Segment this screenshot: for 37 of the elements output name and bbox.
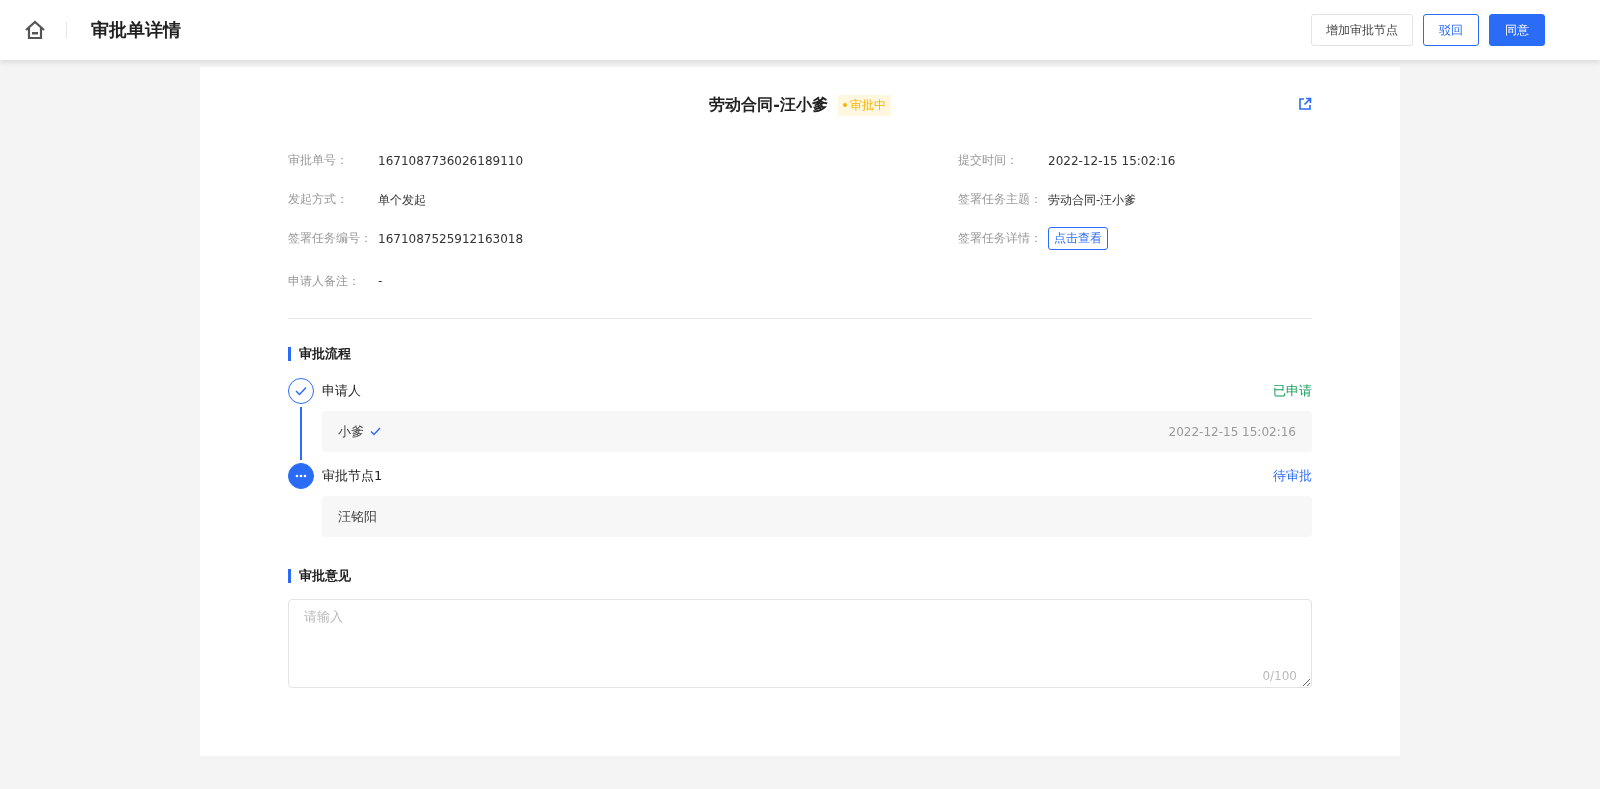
field-value: 单个发起 <box>378 191 426 208</box>
check-icon <box>370 427 381 436</box>
field-value: 1671087525912163018 <box>378 230 524 247</box>
action-button[interactable]: 增加审批节点 <box>1311 14 1413 46</box>
document-title: 劳动合同-汪小爹 <box>709 94 828 116</box>
status-tag: 审批中 <box>837 94 891 116</box>
page-title: 审批单详情 <box>91 18 182 42</box>
field-label: 签署任务详情： <box>958 230 1043 247</box>
field-label: 审批单号： <box>288 152 349 169</box>
section-title: 审批意见 <box>299 567 351 585</box>
approver-name: 汪铭阳 <box>338 507 377 526</box>
char-counter: 0/100 <box>1262 669 1297 683</box>
step-status: 待审批 <box>1273 467 1312 485</box>
section-title: 审批流程 <box>299 345 351 363</box>
section-marker <box>288 569 291 583</box>
field-label: 签署任务主题： <box>958 191 1043 208</box>
approver-name: 小爹 <box>338 422 364 441</box>
home-icon[interactable] <box>24 20 46 40</box>
field-label: 签署任务编号： <box>288 230 373 247</box>
field-value: 1671087736026189110 <box>378 152 524 169</box>
field-label: 发起方式： <box>288 191 349 208</box>
field-label: 申请人备注： <box>288 272 361 290</box>
step-name: 申请人 <box>322 382 362 400</box>
field-value: 2022-12-15 15:02:16 <box>1048 152 1176 169</box>
action-button[interactable]: 同意 <box>1489 14 1545 46</box>
step-status: 已申请 <box>1273 382 1312 400</box>
field-value: 劳动合同-汪小爹 <box>1048 191 1137 208</box>
check-circle-icon <box>288 378 314 404</box>
external-link-icon[interactable] <box>1298 97 1312 111</box>
pending-circle-icon <box>288 463 314 489</box>
field-label: 提交时间： <box>958 152 1019 169</box>
section-marker <box>288 347 291 361</box>
field-value: - <box>378 273 383 289</box>
view-link-button[interactable]: 点击查看 <box>1048 227 1108 250</box>
step-time: 2022-12-15 15:02:16 <box>1168 424 1296 439</box>
action-button[interactable]: 驳回 <box>1423 14 1479 46</box>
step-name: 审批节点1 <box>322 467 384 485</box>
